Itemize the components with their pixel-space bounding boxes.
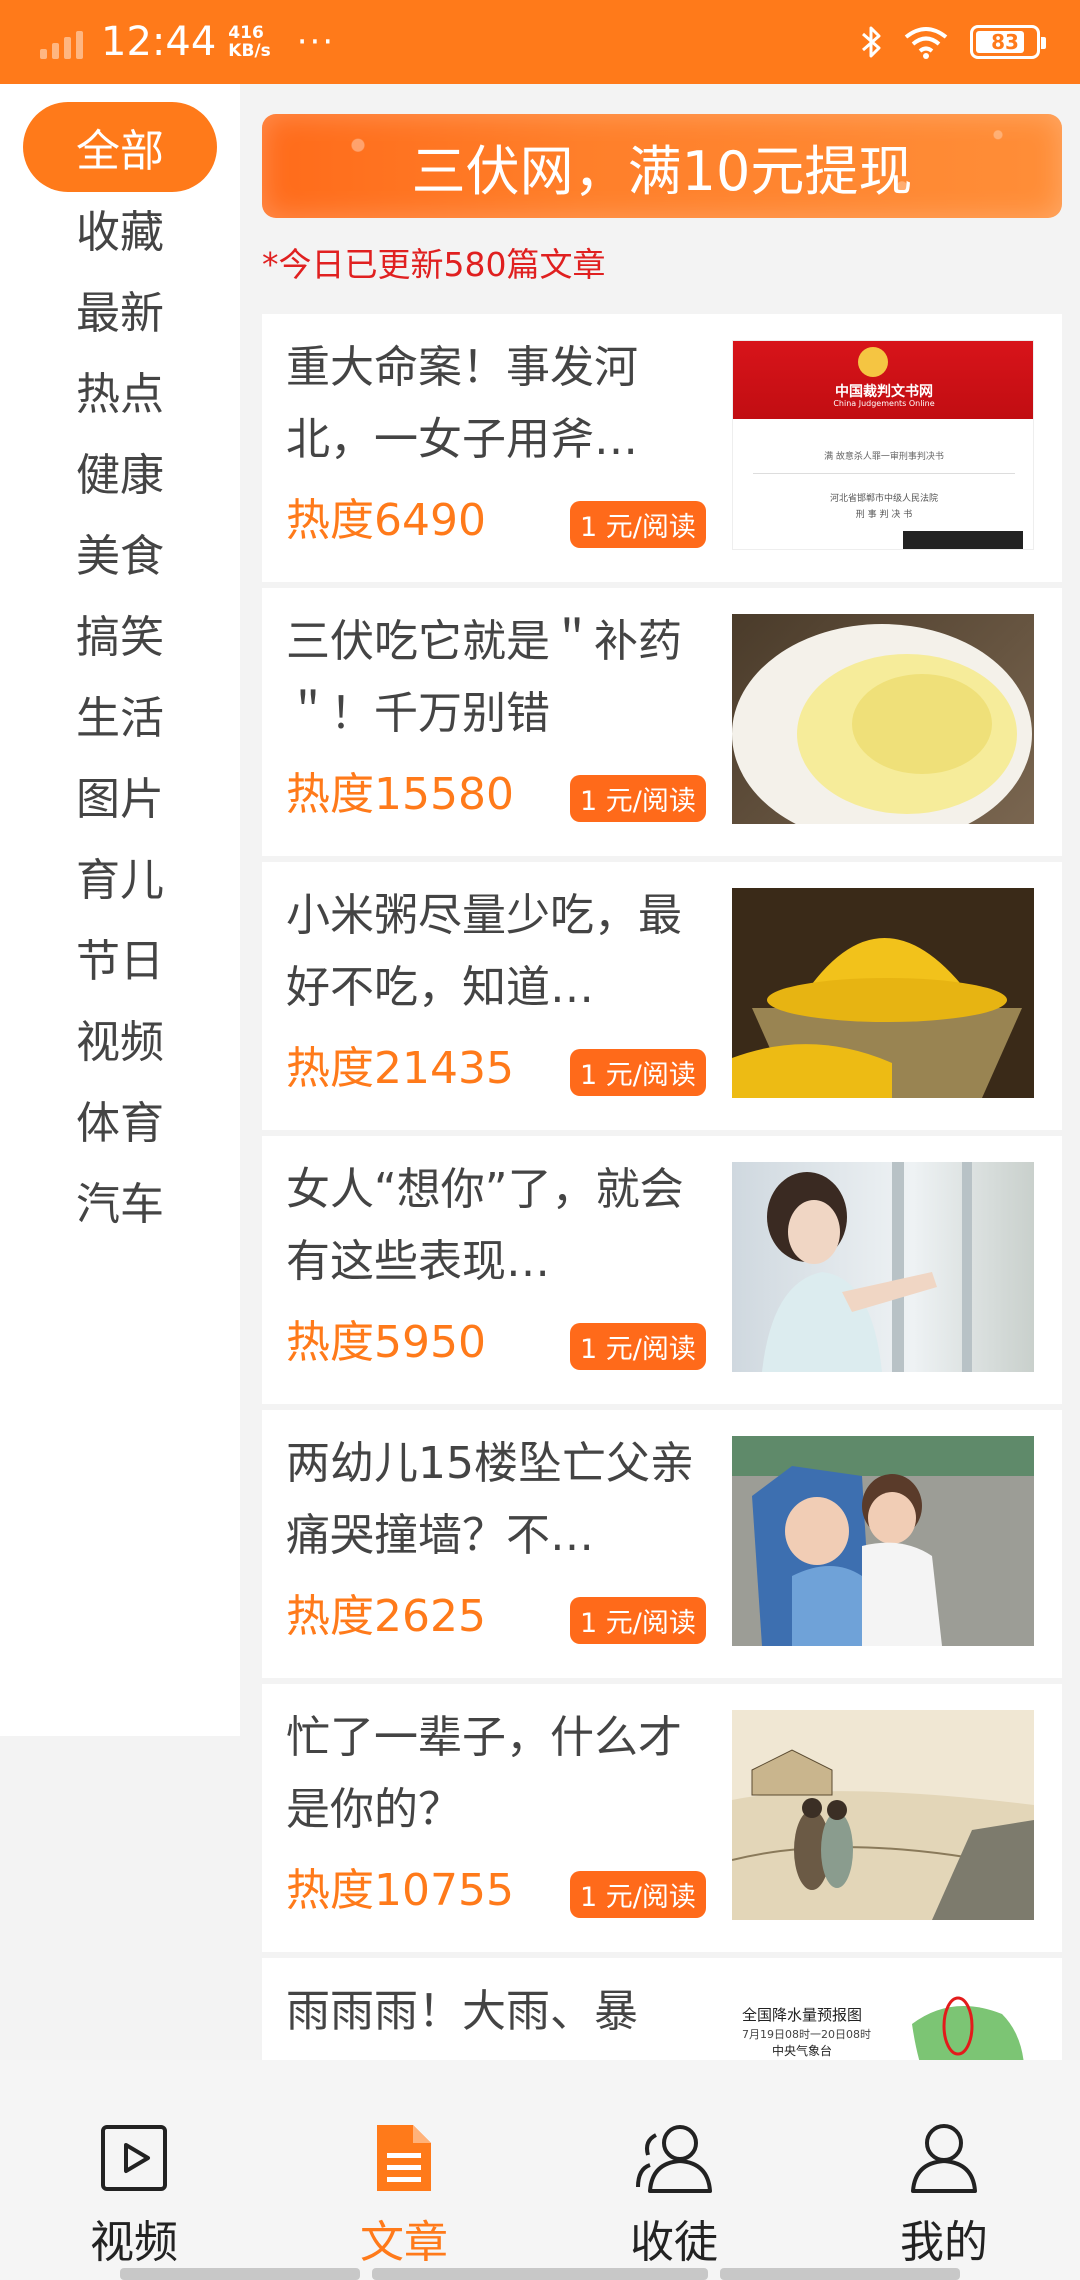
article-thumbnail: 中国裁判文书网 China Judgements Online 满 故意杀人罪一… bbox=[732, 340, 1034, 550]
sidebar-item-pictures[interactable]: 图片 bbox=[0, 750, 240, 840]
battery-percent: 83 bbox=[991, 30, 1019, 54]
battery-icon: 83 bbox=[970, 25, 1046, 59]
article-thumbnail bbox=[732, 888, 1034, 1098]
article-title: 女人“想你”了，就会有这些表现… bbox=[286, 1164, 684, 1287]
heat-count: 热度21435 bbox=[286, 1043, 514, 1094]
heat-count: 热度10755 bbox=[286, 1865, 514, 1916]
network-speed: 416 KB/s bbox=[228, 23, 271, 61]
sidebar-item-cars[interactable]: 汽车 bbox=[0, 1155, 240, 1245]
sidebar-item-holidays[interactable]: 节日 bbox=[0, 912, 240, 1002]
sidebar-item-latest[interactable]: 最新 bbox=[0, 264, 240, 354]
article-card[interactable]: 重大命案！事发河北，一女子用斧… 热度6490 1 元/阅读 中国裁判文书网 C… bbox=[262, 314, 1062, 582]
read-reward-badge: 1 元/阅读 bbox=[570, 1871, 706, 1918]
article-card[interactable]: 雨雨雨！大雨、暴雨！大降雨！最… 全国降水量预报图 7月19日08时一20日08… bbox=[262, 1958, 1062, 2060]
gesture-bar bbox=[720, 2268, 960, 2280]
bottom-navigation: 视频 文章 收徒 我的 bbox=[0, 2060, 1080, 2280]
article-document-icon bbox=[364, 2120, 444, 2196]
nav-tab-apprentice[interactable]: 收徒 bbox=[574, 2120, 774, 2270]
banner-text: 三伏网，满10元提现 bbox=[411, 139, 913, 203]
status-bar: 12:44 416 KB/s ··· 83 bbox=[0, 0, 1080, 84]
sidebar-item-favorites[interactable]: 收藏 bbox=[0, 183, 240, 273]
update-note: *今日已更新580篇文章 bbox=[262, 245, 606, 284]
article-thumbnail: 全国降水量预报图 7月19日08时一20日08时 中央气象台 bbox=[732, 1984, 1034, 2060]
signal-icon bbox=[40, 25, 83, 59]
article-feed[interactable]: 重大命案！事发河北，一女子用斧… 热度6490 1 元/阅读 中国裁判文书网 C… bbox=[262, 314, 1062, 2060]
article-thumbnail bbox=[732, 1710, 1034, 1920]
read-reward-badge: 1 元/阅读 bbox=[570, 775, 706, 822]
bluetooth-icon bbox=[860, 24, 882, 60]
article-card[interactable]: 两幼儿15楼坠亡父亲痛哭撞墙？不… 热度2625 1 元/阅读 bbox=[262, 1410, 1062, 1678]
video-play-icon bbox=[94, 2120, 174, 2196]
heat-count: 热度5950 bbox=[286, 1317, 486, 1368]
article-title: 忙了一辈子，什么才是你的？ bbox=[286, 1712, 682, 1835]
sidebar-item-videos[interactable]: 视频 bbox=[0, 993, 240, 1083]
heat-count: 热度6490 bbox=[286, 495, 486, 546]
category-sidebar: 全部 收藏 最新 热点 健康 美食 搞笑 生活 图片 育儿 节日 视频 体育 汽… bbox=[0, 84, 240, 1736]
withdraw-promo-banner[interactable]: 三伏网，满10元提现 bbox=[262, 114, 1062, 218]
sidebar-item-all[interactable]: 全部 bbox=[0, 102, 240, 192]
read-reward-badge: 1 元/阅读 bbox=[570, 1597, 706, 1644]
sidebar-item-funny[interactable]: 搞笑 bbox=[0, 588, 240, 678]
more-status-icon: ··· bbox=[296, 22, 336, 62]
article-title: 小米粥尽量少吃，最好不吃，知道… bbox=[286, 890, 682, 1013]
sidebar-item-life[interactable]: 生活 bbox=[0, 669, 240, 759]
sidebar-item-parenting[interactable]: 育儿 bbox=[0, 831, 240, 921]
read-reward-badge: 1 元/阅读 bbox=[570, 501, 706, 548]
article-thumbnail bbox=[732, 614, 1034, 824]
court-emblem-icon bbox=[858, 347, 888, 377]
read-reward-badge: 1 元/阅读 bbox=[570, 1049, 706, 1096]
sidebar-item-hot[interactable]: 热点 bbox=[0, 345, 240, 435]
article-card[interactable]: 小米粥尽量少吃，最好不吃，知道… 热度21435 1 元/阅读 bbox=[262, 862, 1062, 1130]
heat-count: 热度15580 bbox=[286, 769, 514, 820]
article-thumbnail bbox=[732, 1436, 1034, 1646]
sidebar-item-food[interactable]: 美食 bbox=[0, 507, 240, 597]
gesture-bar bbox=[120, 2268, 360, 2280]
read-reward-badge: 1 元/阅读 bbox=[570, 1323, 706, 1370]
article-title: 重大命案！事发河北，一女子用斧… bbox=[286, 342, 638, 465]
apprentice-users-icon bbox=[634, 2120, 714, 2196]
nav-tab-profile[interactable]: 我的 bbox=[844, 2120, 1044, 2270]
article-card[interactable]: 三伏吃它就是＂补药＂！千万别错 热度15580 1 元/阅读 bbox=[262, 588, 1062, 856]
gesture-bar bbox=[372, 2268, 708, 2280]
heat-count: 热度2625 bbox=[286, 1591, 486, 1642]
article-card[interactable]: 女人“想你”了，就会有这些表现… 热度5950 1 元/阅读 bbox=[262, 1136, 1062, 1404]
article-title: 三伏吃它就是＂补药＂！千万别错 bbox=[286, 616, 682, 739]
article-thumbnail bbox=[732, 1162, 1034, 1372]
profile-user-icon bbox=[904, 2120, 984, 2196]
sidebar-item-sports[interactable]: 体育 bbox=[0, 1074, 240, 1164]
nav-tab-video[interactable]: 视频 bbox=[34, 2120, 234, 2270]
nav-tab-articles[interactable]: 文章 bbox=[304, 2120, 504, 2270]
article-card[interactable]: 忙了一辈子，什么才是你的？ 热度10755 1 元/阅读 bbox=[262, 1684, 1062, 1952]
status-time: 12:44 bbox=[101, 19, 217, 65]
article-title: 雨雨雨！大雨、暴雨！大降雨！最… bbox=[286, 1986, 638, 2060]
article-title: 两幼儿15楼坠亡父亲痛哭撞墙？不… bbox=[286, 1438, 694, 1561]
sidebar-item-health[interactable]: 健康 bbox=[0, 426, 240, 516]
wifi-icon bbox=[904, 25, 948, 59]
